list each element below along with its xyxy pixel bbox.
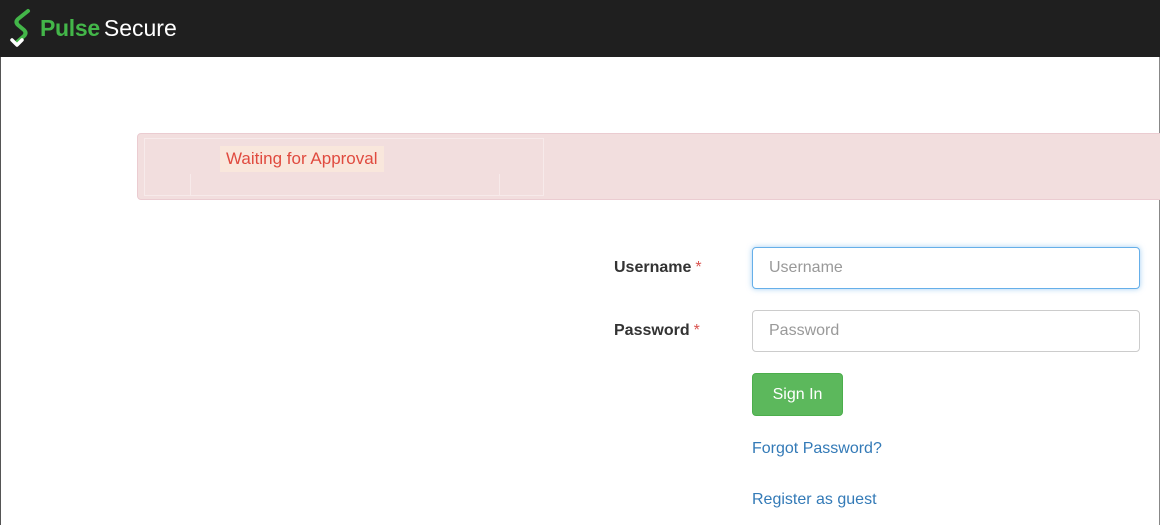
password-label: Password * bbox=[614, 322, 700, 340]
alert-frame-inner bbox=[190, 174, 500, 196]
register-guest-link[interactable]: Register as guest bbox=[752, 491, 877, 509]
brand-name-pulse: Pulse bbox=[40, 15, 100, 41]
username-label-text: Username bbox=[614, 259, 692, 276]
status-alert: Waiting for Approval bbox=[137, 133, 1160, 200]
brand-name-secure: Secure bbox=[103, 15, 177, 41]
top-bar: Pulse Secure bbox=[0, 0, 1160, 57]
username-required-marker: * bbox=[695, 259, 702, 276]
password-label-text: Password bbox=[614, 322, 690, 339]
forgot-password-link[interactable]: Forgot Password? bbox=[752, 440, 882, 458]
username-label: Username * bbox=[614, 259, 702, 277]
window-left-border bbox=[0, 0, 1, 525]
pulse-secure-logo-icon bbox=[10, 8, 30, 47]
alert-message: Waiting for Approval bbox=[220, 146, 384, 172]
password-input[interactable] bbox=[752, 310, 1140, 352]
sign-in-button[interactable]: Sign In bbox=[752, 373, 843, 416]
password-required-marker: * bbox=[693, 322, 700, 339]
username-input[interactable] bbox=[752, 247, 1140, 289]
